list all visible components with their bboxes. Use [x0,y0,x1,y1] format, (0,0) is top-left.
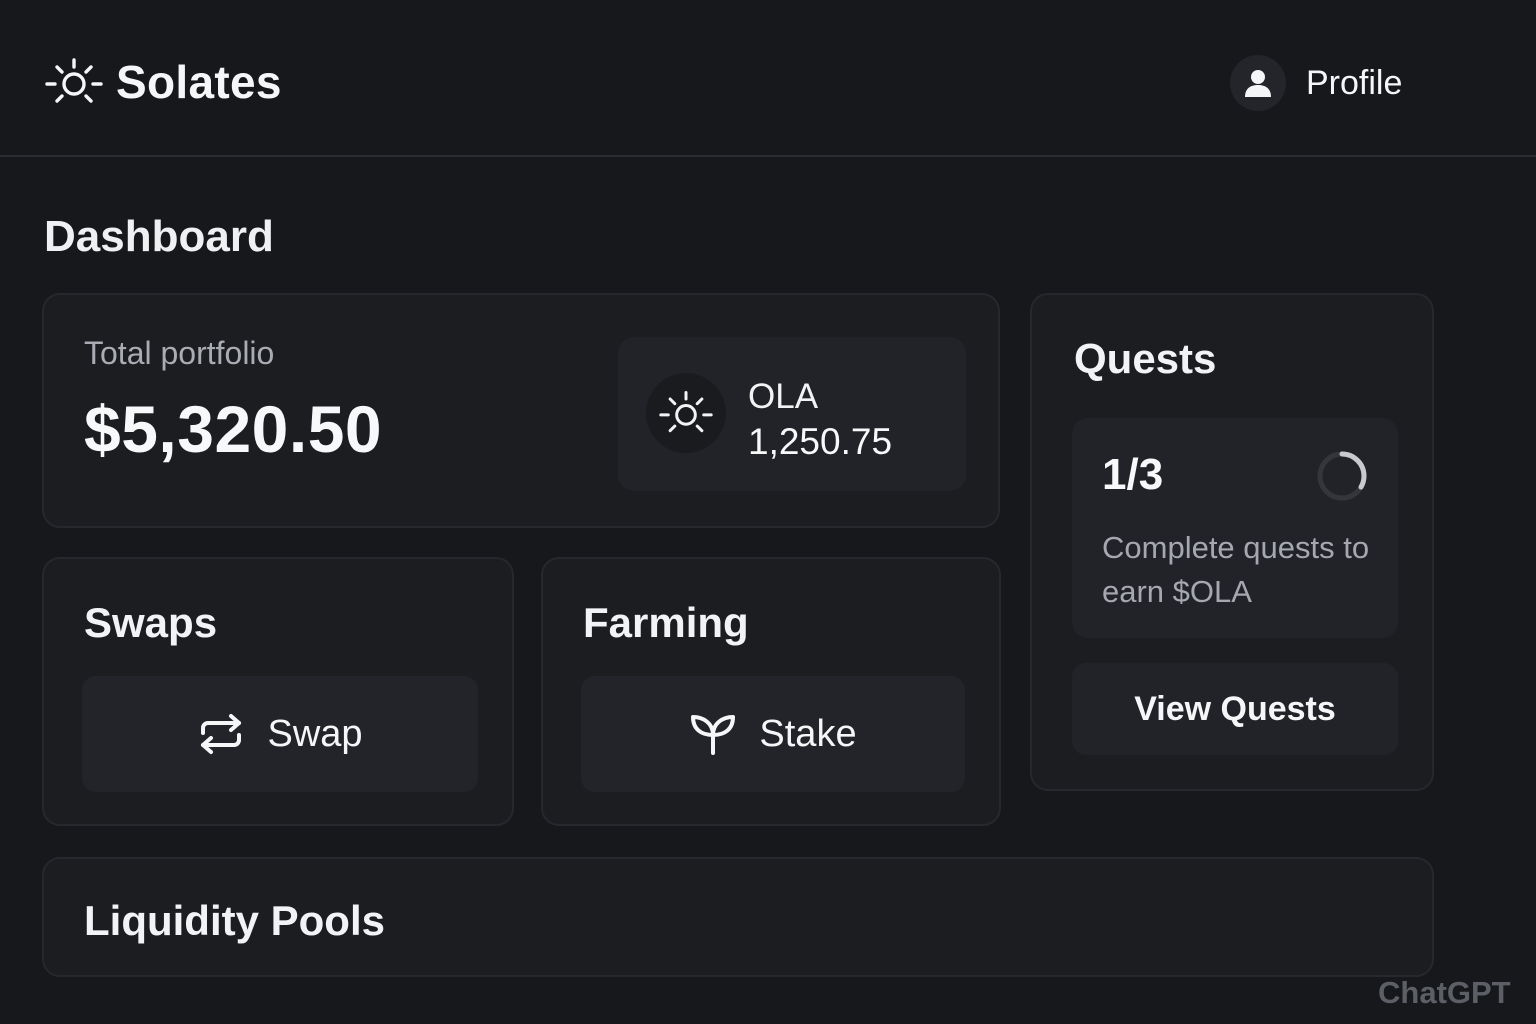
quests-card: Quests 1/3 Complete quests to earn $OLA … [1030,293,1434,791]
stake-button-label: Stake [759,712,857,755]
swaps-card: Swaps Swap [42,557,514,826]
portfolio-label: Total portfolio [84,335,275,371]
quest-description: Complete quests to earn $OLA [1102,530,1370,609]
page-title: Dashboard [44,212,274,261]
quests-title: Quests [1074,335,1217,382]
profile-label: Profile [1306,63,1403,102]
watermark: ChatGPT [1378,975,1511,1010]
farming-card: Farming Stake [541,557,1001,826]
liquidity-pools-card[interactable]: Liquidity Pools [42,857,1434,977]
portfolio-card: Total portfolio $5,320.50 OLA 1,250.75 [42,293,1000,528]
token-name: OLA [748,377,819,416]
swap-arrows-icon [201,714,242,754]
dashboard-page: Solates Profile Dashboard Total portfoli… [0,0,1536,1024]
portfolio-value: $5,320.50 [84,392,383,466]
view-quests-button[interactable]: View Quests [1072,663,1398,755]
app-logo[interactable]: Solates [44,52,282,112]
progress-ring-icon [1317,451,1367,501]
token-balance: OLA 1,250.75 [618,337,966,491]
stake-button[interactable]: Stake [581,676,965,792]
user-icon [1245,70,1271,97]
quest-progress-panel: 1/3 Complete quests to earn $OLA [1072,418,1398,638]
sun-icon [45,58,103,103]
swaps-title: Swaps [84,599,218,646]
sun-icon [659,390,713,433]
sprout-icon [691,715,736,755]
top-bar: Solates Profile [0,0,1536,157]
app-name: Solates [116,56,282,108]
farming-title: Farming [583,599,749,646]
token-icon-badge [646,373,726,453]
avatar [1230,55,1286,111]
quest-progress-count: 1/3 [1102,450,1164,499]
liquidity-pools-title: Liquidity Pools [84,897,385,944]
profile-button[interactable]: Profile [1230,55,1402,111]
token-amount: 1,250.75 [748,421,893,462]
swap-button-label: Swap [267,712,363,755]
swap-button[interactable]: Swap [82,676,478,792]
